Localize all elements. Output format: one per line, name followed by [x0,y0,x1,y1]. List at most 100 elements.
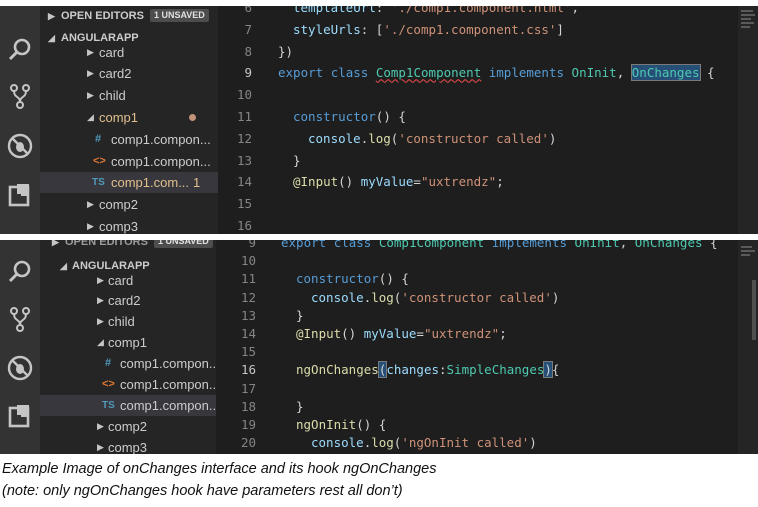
error-count-badge: 1 [193,175,201,190]
code-token: = [413,174,421,190]
tree-folder-card2[interactable]: ▶ card2 [40,290,216,311]
tree-folder-comp3[interactable]: ▶ comp3 [40,216,218,234]
line-number: 12 [236,130,252,146]
code-line[interactable]: console.log('constructor called') [311,290,559,305]
source-control-icon[interactable] [6,82,34,110]
code-line[interactable]: console.log('ngOnInit called') [311,435,537,450]
line-number: 10 [240,253,256,269]
code-line[interactable]: ngOnInit() { [296,417,386,432]
code-token: ) [529,435,537,451]
open-editors-header[interactable]: ▶ OPEN EDITORS 1 UNSAVED [40,6,218,27]
code-line[interactable]: } [293,153,301,168]
tree-file-label: comp1.compon... [120,356,216,371]
code-token: OnChanges [634,240,703,250]
ts-file-icon: TS [92,177,105,188]
code-token: ngOnChanges [296,362,379,378]
code-token: , [616,65,632,81]
code-line[interactable]: styleUrls: ['./comp1.component.css'] [293,22,564,37]
tree-folder-card[interactable]: ▶ card [40,42,218,63]
tree-folder-label: card2 [108,293,141,308]
code-token: console [311,289,364,305]
line-number: 19 [240,417,256,432]
debug-icon[interactable] [6,354,34,382]
explorer-sidebar: ▶ OPEN EDITORS 1 UNSAVED ◢ ANGULARAPP ▶ c… [40,6,218,234]
code-line[interactable]: @Input() myValue="uxtrendz"; [296,326,507,341]
code-line[interactable]: export class Comp1Component implements O… [278,64,715,82]
search-icon[interactable] [6,36,34,64]
tree-file-label: comp1.compon... [111,132,211,147]
debug-icon[interactable] [6,132,34,160]
minimap[interactable] [738,6,758,234]
code-token: myValue [363,326,417,341]
code-token: , [571,6,580,15]
activity-bar [0,6,40,234]
tree-file-label: comp1.compon... [111,154,211,169]
code-token: implements [488,65,565,81]
code-token: = [416,326,424,341]
tree-folder-card[interactable]: ▶ card [40,270,216,291]
caption-line-1: Example Image of onChanges interface and… [2,461,437,477]
tree-folder-card2[interactable]: ▶ card2 [40,63,218,84]
code-editor[interactable]: export class Comp1Component implements O… [281,240,738,454]
code-token: : [ [360,21,384,37]
code-line[interactable]: } [296,308,304,323]
code-line[interactable]: console.log('constructor called') [308,131,556,146]
scrollbar-thumb[interactable] [752,280,756,340]
code-token: class [330,65,369,81]
extensions-icon[interactable] [6,402,34,430]
html-file-icon: <> [102,378,115,390]
code-token: templateUrl [293,6,376,15]
open-editors-header[interactable]: ▶ OPEN EDITORS 1 UNSAVED [40,240,216,253]
tree-file-ts-selected[interactable]: TS comp1.compon... [40,395,216,416]
line-number: 12 [240,289,256,305]
line-number: 14 [240,326,256,341]
code-token: "uxtrendz" [420,174,497,190]
code-token: implements [491,240,568,250]
code-token: SimpleChanges [446,362,545,378]
code-token: () [341,326,364,341]
source-control-icon[interactable] [6,305,34,333]
tree-folder-comp2[interactable]: ▶ comp2 [40,416,216,437]
code-line[interactable]: ngOnChanges(changes:SimpleChanges){ [296,361,559,379]
line-number: 6 [244,6,252,15]
line-number: 13 [236,152,252,168]
extensions-icon[interactable] [6,181,34,209]
code-line[interactable]: templateUrl: './comp1.component.html', [293,6,579,15]
code-line[interactable]: constructor() { [293,109,406,124]
line-number-gutter: 9 10 11 12 13 14 15 16 17 18 19 20 [226,240,258,454]
tree-file-css[interactable]: # comp1.compon... [40,353,216,374]
code-token: , [619,240,635,250]
tree-file-html[interactable]: <> comp1.compon... [40,151,218,172]
code-token: @Input [293,174,339,190]
tree-folder-child[interactable]: ▶ child [40,85,218,106]
tree-folder-comp1[interactable]: ◢ comp1 [40,332,216,353]
tree-file-css[interactable]: # comp1.compon... [40,129,218,150]
tree-folder-label: child [99,88,126,103]
tree-folder-comp3[interactable]: ▶ comp3 [40,437,216,454]
line-number: 9 [244,65,252,81]
code-line[interactable]: } [296,399,304,414]
code-line[interactable]: @Input() myValue="uxtrendz"; [293,174,504,189]
tree-file-ts-selected[interactable]: TS comp1.com... 1 [40,172,218,193]
tree-folder-comp1[interactable]: ◢ comp1 [40,107,218,128]
line-number: 16 [240,362,256,378]
unsaved-badge: 1 UNSAVED [153,240,213,248]
tree-folder-child[interactable]: ▶ child [40,311,216,332]
tree-file-html[interactable]: <> comp1.compon... [40,374,216,395]
code-line[interactable]: export class Comp1Component implements O… [281,240,718,250]
minimap[interactable] [738,240,758,454]
search-icon[interactable] [6,258,34,286]
tree-folder-comp2[interactable]: ▶ comp2 [40,194,218,215]
code-token: changes [386,362,440,378]
code-editor[interactable]: templateUrl: './comp1.component.html', st… [278,6,738,234]
code-token: myValue [360,174,414,190]
open-editors-label: OPEN EDITORS [65,240,148,248]
code-line[interactable]: }) [278,44,293,59]
code-token: 'constructor called' [401,289,552,305]
code-token: export [278,65,324,81]
code-line[interactable]: constructor() { [296,271,409,286]
code-token: () { [375,109,406,124]
